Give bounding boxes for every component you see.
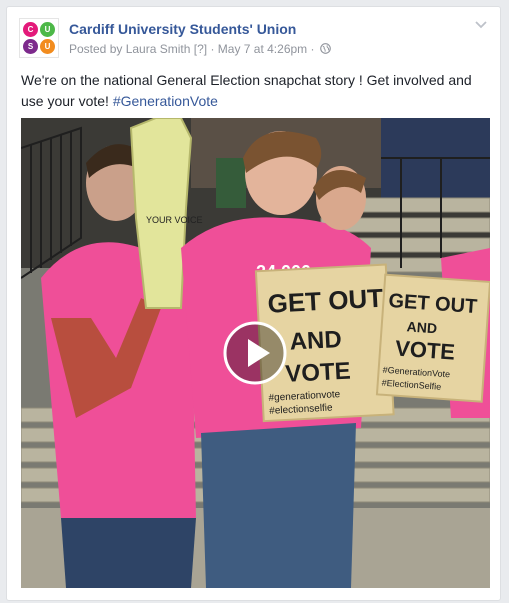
post-card: C U S U Cardiff University Students' Uni… (6, 6, 501, 601)
post-meta: Posted by Laura Smith [?] · May 7 at 4:2… (69, 41, 331, 56)
page-avatar[interactable]: C U S U (19, 18, 59, 58)
posted-by-text[interactable]: Posted by Laura Smith (69, 42, 190, 56)
logo-letter-c: C (23, 22, 38, 37)
play-icon[interactable] (222, 320, 288, 386)
post-body-text: We're on the national General Election s… (21, 72, 472, 109)
chevron-down-icon[interactable] (474, 20, 488, 30)
meta-separator: · (210, 41, 215, 56)
page-name-link[interactable]: Cardiff University Students' Union (69, 21, 296, 37)
sign-left-line-2: AND (289, 326, 342, 356)
info-marker[interactable]: [?] (194, 42, 207, 56)
video-player[interactable]: YOUR VOICE 24,000 GET OUT AND VOTE #gene… (21, 118, 490, 588)
svg-text:YOUR VOICE: YOUR VOICE (146, 215, 203, 225)
timestamp-link[interactable]: May 7 at 4:26pm (218, 42, 307, 56)
hashtag-link[interactable]: #GenerationVote (113, 93, 218, 109)
sign-left-line-3: VOTE (285, 358, 352, 388)
meta-separator-2: · (310, 41, 315, 56)
logo-letter-u: U (40, 22, 55, 37)
globe-icon[interactable] (320, 43, 331, 55)
sign-right-line-2: AND (406, 318, 437, 336)
logo-letter-u2: U (40, 39, 55, 54)
logo-letter-s: S (23, 39, 38, 54)
post-message: We're on the national General Election s… (21, 70, 491, 112)
post-header: C U S U Cardiff University Students' Uni… (19, 18, 488, 62)
sign-left-line-1: GET OUT (267, 283, 384, 319)
sign-right-line-3: VOTE (394, 336, 456, 365)
